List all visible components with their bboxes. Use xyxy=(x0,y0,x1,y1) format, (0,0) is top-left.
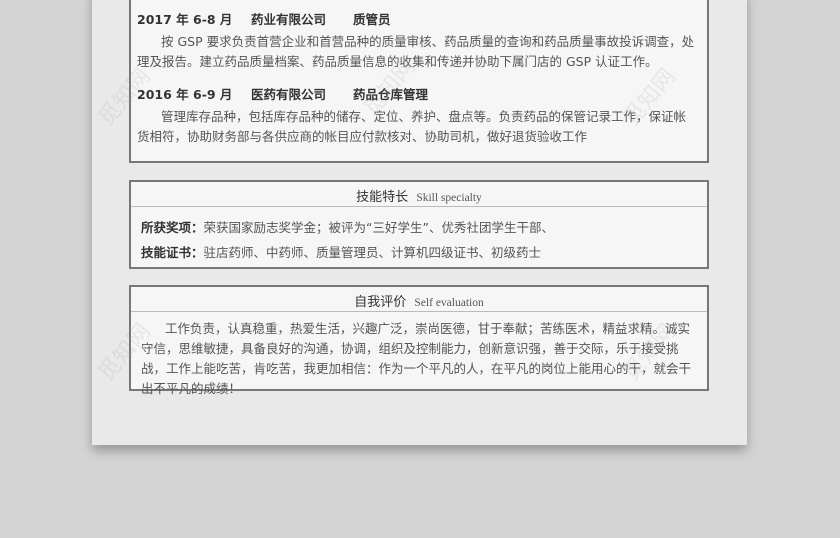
certificate-value: 驻店药师、中药师、质量管理员、计算机四级证书、初级药士 xyxy=(203,245,542,260)
section-divider xyxy=(131,311,707,312)
self-evaluation-section: 自我评价 Self evaluation 工作负责，认真稳重，热爱生活，兴趣广泛… xyxy=(129,285,709,396)
section-divider xyxy=(131,206,707,207)
skills-section: 技能特长 Skill specialty 所获奖项：荣获国家励志奖学金；被评为“… xyxy=(129,180,709,269)
section-title-cn: 技能特长 xyxy=(356,190,409,205)
job-description: 管理库存品种，包括库存品种的储存、定位、养护、盘点等。负责药品的保管记录工作，保… xyxy=(137,109,687,144)
job-period: 2017 年 6-8 月 xyxy=(137,12,233,27)
job-period: 2016 年 6-9 月 xyxy=(137,87,233,102)
self-evaluation-text: 工作负责，认真稳重，热爱生活，兴趣广泛，崇尚医德，甘于奉献；苦练医术，精益求精。… xyxy=(141,321,692,396)
job-description: 按 GSP 要求负责首营企业和首营品种的质量审核、药品质量的查询和药品质量事故投… xyxy=(137,34,695,69)
award-value: 荣获国家励志奖学金；被评为“三好学生”、优秀社团学生干部、 xyxy=(203,220,554,235)
job-company: 医药有限公司 xyxy=(251,87,327,102)
section-title-en: Skill specialty xyxy=(416,192,482,204)
award-label: 所获奖项： xyxy=(141,220,204,235)
section-title-cn: 自我评价 xyxy=(354,295,407,310)
section-title-en: Self evaluation xyxy=(414,297,484,309)
certificate-label: 技能证书： xyxy=(141,245,204,260)
job-position: 质管员 xyxy=(353,12,391,27)
work-experience-section: 2017 年 6-8 月 药业有限公司 质管员 按 GSP 要求负责首营企业和首… xyxy=(129,0,709,163)
job-position: 药品仓库管理 xyxy=(353,87,429,102)
section-title: 自我评价 Self evaluation xyxy=(131,291,707,310)
section-title: 技能特长 Skill specialty xyxy=(131,186,707,205)
certificate-line: 技能证书：驻店药师、中药师、质量管理员、计算机四级证书、初级药士 xyxy=(141,242,541,261)
award-line: 所获奖项：荣获国家励志奖学金；被评为“三好学生”、优秀社团学生干部、 xyxy=(141,217,554,236)
job-company: 药业有限公司 xyxy=(251,12,327,27)
